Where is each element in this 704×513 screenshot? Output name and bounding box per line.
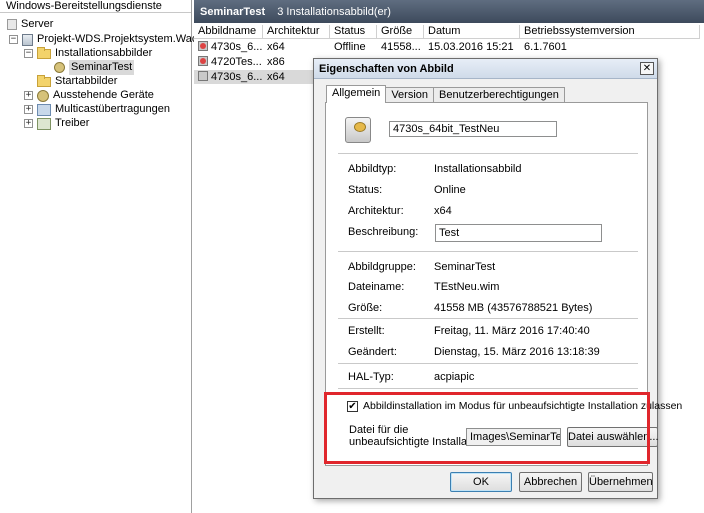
column-header[interactable]: Abbildname (194, 25, 263, 38)
label-architecture: Architektur: (348, 205, 404, 217)
expand-icon[interactable]: + (24, 119, 33, 128)
drivers-icon (37, 117, 51, 130)
image-icon (198, 56, 208, 66)
table-cell: 41558... (381, 41, 421, 53)
value-file-name: TEstNeu.wim (434, 281, 500, 293)
collapse-icon[interactable]: − (24, 49, 33, 58)
value-image-type: Installationsabbild (434, 163, 522, 175)
divider (338, 318, 638, 319)
dialog-title: Eigenschaften von Abbild (319, 62, 454, 75)
column-header[interactable]: Status (330, 25, 377, 38)
table-cell: 6.1.7601 (524, 41, 567, 53)
description-input[interactable]: Test (435, 224, 602, 242)
table-cell: 4730s_6... (211, 41, 263, 53)
install-image-icon (345, 117, 371, 143)
tab-strip: Allgemein Version Benutzerberechtigungen (326, 85, 565, 103)
folder-icon (37, 74, 51, 87)
value-modified: Dienstag, 15. März 2016 13:18:39 (434, 346, 600, 358)
select-file-button[interactable]: Datei auswählen... (567, 427, 659, 447)
list-title: SeminarTest (200, 5, 266, 18)
ok-button[interactable]: OK (450, 472, 512, 492)
value-hal-type: acpiapic (434, 371, 475, 383)
tree-label: Ausstehende Geräte (53, 89, 154, 101)
dialog-titlebar[interactable]: Eigenschaften von Abbild (314, 59, 657, 79)
tree-label: SeminarTest (69, 60, 135, 75)
table-cell: x64 (267, 71, 285, 83)
column-header[interactable]: Größe (377, 25, 424, 38)
value-image-group: SeminarTest (434, 261, 496, 273)
divider (338, 388, 638, 389)
server-icon (22, 33, 33, 46)
column-header[interactable]: Datum (424, 25, 520, 38)
value-created: Freitag, 11. März 2016 17:40:40 (434, 325, 590, 337)
list-subtitle: 3 Installationsabbild(er) (277, 5, 391, 18)
label-size: Größe: (348, 302, 383, 314)
server-group-icon (7, 19, 17, 30)
apply-button[interactable]: Übernehmen (588, 472, 653, 492)
label-hal-type: HAL-Typ: (348, 371, 394, 383)
label-created: Erstellt: (348, 325, 385, 337)
table-cell: Offline (334, 41, 366, 53)
divider (338, 153, 638, 154)
list-titlebar: SeminarTest 3 Installationsabbild(er) (194, 0, 704, 23)
divider (338, 251, 638, 252)
collapse-icon[interactable]: − (9, 35, 18, 44)
label-status: Status: (348, 184, 383, 196)
console-tree: Windows-Bereitstellungsdienste Server − … (0, 0, 216, 513)
expand-icon[interactable]: + (24, 91, 33, 100)
label-modified: Geändert: (348, 346, 397, 358)
tree-item-multicast[interactable]: + Multicastübertragungen (24, 102, 170, 117)
table-cell: x64 (267, 41, 285, 53)
table-cell: 15.03.2016 15:21 (428, 41, 514, 53)
unattend-file-path-field[interactable]: Images\SeminarTest\T (466, 428, 561, 446)
tree-label: Multicastübertragungen (55, 103, 170, 115)
pending-devices-icon (37, 89, 49, 102)
tree-item-install-images[interactable]: − Installationsabbilder (24, 46, 152, 61)
unattended-checkbox[interactable]: ✔ (347, 401, 358, 412)
tree-label: Projekt-WDS.Projektsystem.Wachter (37, 33, 217, 45)
tree-item-server[interactable]: Server (7, 17, 53, 32)
column-header-row: Abbildname Architektur Status Größe Datu… (194, 25, 700, 39)
label-file-name: Dateiname: (348, 281, 405, 293)
tree-root-header[interactable]: Windows-Bereitstellungsdienste (0, 0, 191, 13)
image-icon (198, 41, 208, 51)
table-row[interactable]: 4730s_6... x64 (194, 70, 313, 84)
column-header[interactable]: Architektur (263, 25, 330, 38)
cancel-button[interactable]: Abbrechen (519, 472, 582, 492)
tab-general[interactable]: Allgemein (326, 85, 387, 103)
tab-version[interactable]: Version (385, 87, 435, 103)
expand-icon[interactable]: + (24, 105, 33, 114)
value-architecture: x64 (434, 205, 452, 217)
tree-item-boot-images[interactable]: Startabbilder (37, 74, 117, 89)
divider (338, 363, 638, 364)
tree-label: Startabbilder (55, 75, 118, 87)
image-icon (198, 71, 208, 81)
tree-label: Treiber (55, 117, 90, 129)
unattended-checkbox-label[interactable]: Abbildinstallation im Modus für unbeaufs… (363, 400, 682, 412)
tree-label: Server (21, 18, 54, 30)
folder-icon (37, 46, 51, 59)
value-size: 41558 MB (43576788521 Bytes) (434, 302, 593, 314)
tree-item-pending-devices[interactable]: + Ausstehende Geräte (24, 88, 154, 103)
table-cell: 4720Tes... (211, 56, 262, 68)
tree-item-wds-server[interactable]: − Projekt-WDS.Projektsystem.Wachter (9, 32, 216, 47)
label-image-type: Abbildtyp: (348, 163, 397, 175)
table-cell: 4730s_6... (211, 71, 263, 83)
label-image-group: Abbildgruppe: (348, 261, 416, 273)
general-tab-panel: 4730s_64bit_TestNeu Abbildtyp: Installat… (325, 102, 682, 466)
tab-permissions[interactable]: Benutzerberechtigungen (433, 87, 565, 103)
label-description: Beschreibung: (348, 226, 419, 238)
close-icon[interactable]: ✕ (640, 62, 654, 75)
image-properties-dialog: Eigenschaften von Abbild ✕ Allgemein Ver… (313, 58, 682, 499)
column-header[interactable]: Betriebssystemversion (520, 25, 700, 38)
table-row[interactable]: 4730s_6... x64 Offline 41558... 15.03.20… (194, 40, 640, 54)
value-status: Online (434, 184, 466, 196)
image-name-input[interactable]: 4730s_64bit_TestNeu (389, 121, 557, 137)
tree-label: Installationsabbilder (55, 47, 153, 59)
tree-item-drivers[interactable]: + Treiber (24, 116, 89, 131)
tree-item-seminartest[interactable]: SeminarTest (54, 60, 135, 75)
image-group-icon (54, 62, 65, 73)
multicast-icon (37, 103, 51, 116)
